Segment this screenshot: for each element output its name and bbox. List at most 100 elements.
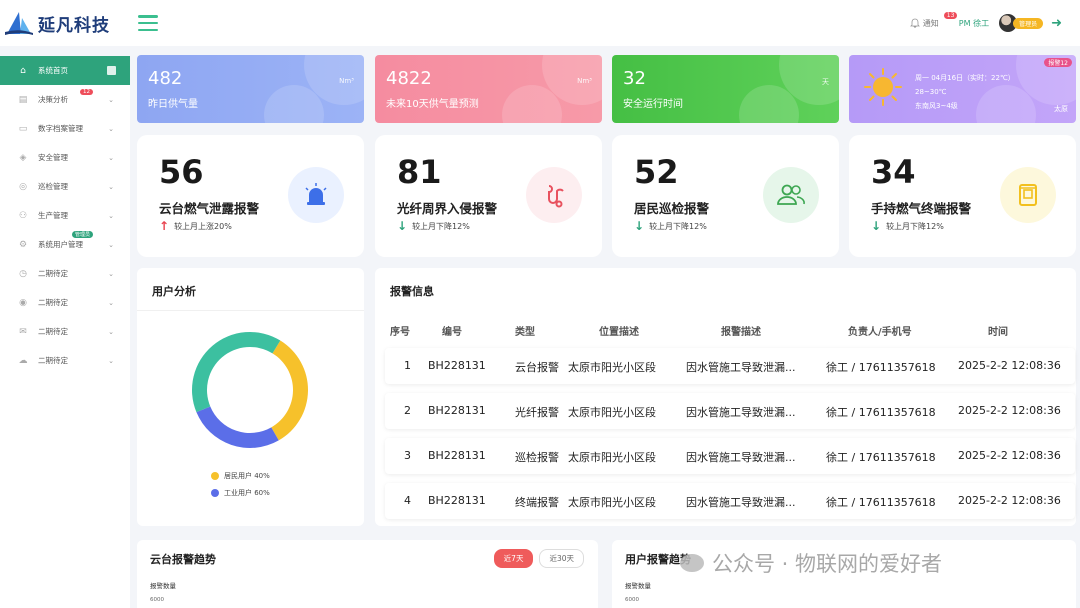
stat-value: 4822 <box>386 68 432 89</box>
column-header: 负责人/手机号 <box>848 327 912 338</box>
sidebar-item-label: 系统首页 <box>38 66 68 75</box>
notification-label: 通知 <box>922 18 939 28</box>
watermark-text: 公众号 · 物联网的爱好者 <box>712 552 943 576</box>
user-analysis-panel: 用户分析 居民用户 40% 工业用户 60% <box>137 268 364 526</box>
table-cell: 太原市阳光小区段 <box>568 451 656 464</box>
sidebar-item-label: 生产管理 <box>38 211 68 220</box>
sidebar-item[interactable]: ▤ 决策分析 ⌄ 12 <box>0 85 130 114</box>
sidebar-item[interactable]: ⚇ 生产管理 ⌄ <box>0 201 130 230</box>
sidebar-item[interactable]: ◎ 巡检管理 ⌄ <box>0 172 130 201</box>
alarm-card-handheld-terminal[interactable]: 34 手持燃气终端报警 ↓ 较上月下降12% <box>849 135 1076 257</box>
table-cell: BH228131 <box>428 359 486 372</box>
range-tabs: 近7天 近30天 <box>493 549 584 568</box>
column-header: 时间 <box>988 327 1008 338</box>
table-row[interactable]: 1 BH228131 云台报警 太原市阳光小区段 因水管施工导致泄漏... 徐工 / 17… <box>385 348 1075 384</box>
table-row[interactable]: 4 BH228131 终端报警 太原市阳光小区段 因水管施工导致泄漏... 徐工 / 17… <box>385 483 1075 519</box>
stat-value: 482 <box>148 68 183 89</box>
table-cell: 2025-2-2 12:08:36 <box>958 449 1061 462</box>
chevron-down-icon: ⌄ <box>108 269 114 278</box>
top-header: 延凡科技 通知 13 PM 徐工 管理员 ➜ <box>0 0 1080 46</box>
notification-button[interactable]: 通知 13 <box>909 11 958 29</box>
sidebar-item[interactable]: ⌂ 系统首页 <box>0 56 130 85</box>
archive-icon: ▭ <box>18 123 28 134</box>
stat-value: 32 <box>623 68 646 89</box>
weather-card[interactable]: 周一 04月16日（实时：22℃） 28~30℃ 东南风3~4级 报警12 太原 <box>849 55 1076 123</box>
table-row[interactable]: 2 BH228131 光纤报警 太原市阳光小区段 因水管施工导致泄漏... 徐工 / 17… <box>385 393 1075 429</box>
legend-label: 居民用户 40% <box>224 472 270 480</box>
chevron-down-icon: ⌄ <box>108 182 114 191</box>
y-axis-tick: 6000 <box>625 597 639 603</box>
sidebar-item[interactable]: ◉ 二期待定 ⌄ <box>0 288 130 317</box>
sun-icon <box>864 68 902 106</box>
people-icon: ⚇ <box>18 210 28 221</box>
chevron-down-icon: ⌄ <box>108 356 114 365</box>
weather-range: 28~30℃ <box>915 88 947 96</box>
legend-dot <box>211 489 219 497</box>
table-row[interactable]: 3 BH228131 巡检报警 太原市阳光小区段 因水管施工导致泄漏... 徐工 / 17… <box>385 438 1075 474</box>
table-cell: 太原市阳光小区段 <box>568 406 656 419</box>
table-cell: 2 <box>404 404 411 417</box>
brand-logo[interactable]: 延凡科技 <box>0 10 130 36</box>
chevron-down-icon: ⌄ <box>108 95 114 104</box>
alarm-trend: ↓ 较上月下降12% <box>397 219 470 233</box>
alarm-card-fiber-intrusion[interactable]: 81 光纤周界入侵报警 ↓ 较上月下降12% <box>375 135 602 257</box>
fiber-icon <box>526 167 582 223</box>
settings-icon: ⚙ <box>18 239 28 250</box>
tab-30-days[interactable]: 近30天 <box>539 549 584 568</box>
cloud-icon: ☁ <box>18 355 28 366</box>
alarm-info-panel: 报警信息 序号 编号 类型 位置描述 报警描述 负责人/手机号 时间 1 BH228131 云台… <box>375 268 1076 526</box>
table-cell: 因水管施工导致泄漏... <box>686 406 796 419</box>
column-header: 类型 <box>515 327 535 338</box>
weather-city: 太原 <box>1054 105 1068 113</box>
sidebar-item[interactable]: ◈ 安全管理 ⌄ <box>0 143 130 172</box>
tab-7-days[interactable]: 近7天 <box>493 549 534 568</box>
sidebar-item[interactable]: ⚙ 系统用户管理 ⌄ 管理员 <box>0 230 130 259</box>
table-cell: BH228131 <box>428 494 486 507</box>
weather-date-temp: 周一 04月16日（实时：22℃） <box>915 74 1015 82</box>
user-badge: 管理员 <box>1013 17 1044 29</box>
y-axis-tick: 6000 <box>150 597 164 603</box>
chevron-down-icon: ⌄ <box>108 211 114 220</box>
arrow-down-icon: ↓ <box>634 219 645 233</box>
alarm-name: 手持燃气终端报警 <box>871 201 972 216</box>
pin-icon <box>107 66 116 75</box>
sidebar-item-label: 二期待定 <box>38 298 68 307</box>
table-cell: 徐工 / 17611357618 <box>826 361 936 374</box>
siren-icon <box>288 167 344 223</box>
menu-toggle-icon[interactable] <box>138 15 158 31</box>
arrow-up-icon: ↑ <box>159 219 170 233</box>
table-cell: 巡检报警 <box>515 451 559 464</box>
logout-icon[interactable]: ➜ <box>1051 16 1062 31</box>
chevron-down-icon: ⌄ <box>108 124 114 133</box>
alarm-name: 居民巡检报警 <box>634 201 710 216</box>
table-cell: 2025-2-2 12:08:36 <box>958 404 1061 417</box>
stat-unit: Nm³ <box>339 77 354 85</box>
alarm-card-resident-inspection[interactable]: 52 居民巡检报警 ↓ 较上月下降12% <box>612 135 839 257</box>
table-cell: 徐工 / 17611357618 <box>826 406 936 419</box>
shield-icon: ◈ <box>19 152 27 163</box>
alarm-name: 云台燃气泄露报警 <box>159 201 260 216</box>
sidebar-item[interactable]: ☁ 二期待定 ⌄ <box>0 346 130 375</box>
alarm-trend-text: 较上月下降12% <box>649 221 707 231</box>
watermark: 公众号 · 物联网的爱好者 <box>680 548 942 578</box>
table-cell: 4 <box>404 494 411 507</box>
alarm-trend-text: 较上月下降12% <box>886 221 944 231</box>
donut-segment-resident[interactable] <box>271 340 308 441</box>
chevron-down-icon: ⌄ <box>108 240 114 249</box>
legend-item: 居民用户 40% <box>211 471 270 481</box>
sidebar-item[interactable]: ▭ 数字档案管理 ⌄ <box>0 114 130 143</box>
stat-card-safe-run-time[interactable]: 32 安全运行时间 天 <box>612 55 839 123</box>
home-icon: ⌂ <box>20 65 26 76</box>
column-header: 编号 <box>442 327 462 338</box>
table-cell: 徐工 / 17611357618 <box>826 496 936 509</box>
alarm-badge[interactable]: 报警12 <box>1044 58 1072 67</box>
stat-card-forecast-supply[interactable]: 4822 未来10天供气量预测 Nm³ <box>375 55 602 123</box>
legend-dot <box>211 472 219 480</box>
donut-segment-industrial[interactable] <box>196 406 279 448</box>
notification-count: 13 <box>943 11 958 19</box>
alarm-card-gas-leak[interactable]: 56 云台燃气泄露报警 ↑ 较上月上涨20% <box>137 135 364 257</box>
sidebar-item[interactable]: ◷ 二期待定 ⌄ <box>0 259 130 288</box>
donut-segment-other[interactable] <box>192 332 281 413</box>
stat-card-yesterday-supply[interactable]: 482 昨日供气量 Nm³ <box>137 55 364 123</box>
sidebar-item[interactable]: ✉ 二期待定 ⌄ <box>0 317 130 346</box>
